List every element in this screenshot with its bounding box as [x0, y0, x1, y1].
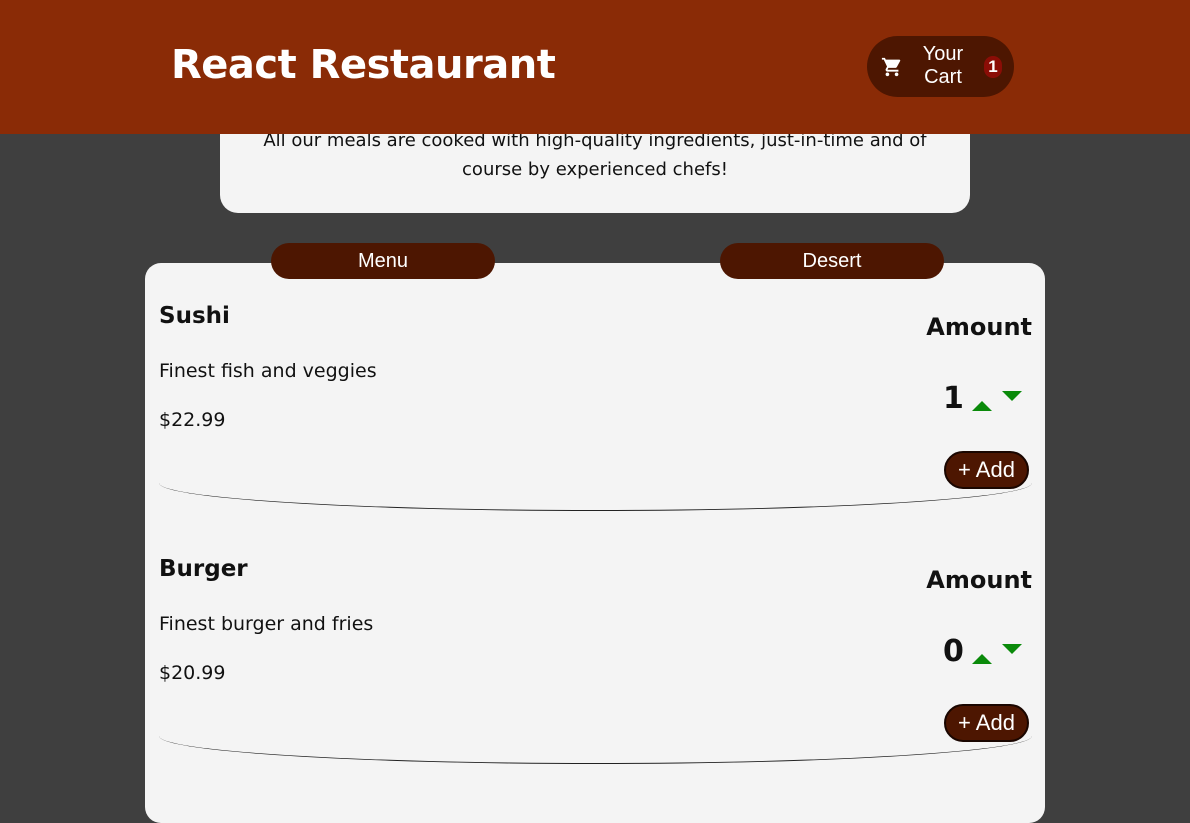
- app-header: React Restaurant Your Cart 1: [0, 0, 1190, 134]
- meal-name: Sushi: [159, 303, 230, 329]
- meal-divider: [159, 483, 1032, 511]
- tab-menu[interactable]: Menu: [271, 243, 495, 279]
- meal-item-sushi: Sushi Finest fish and veggies $22.99 Amo…: [159, 263, 1032, 511]
- meal-description: Finest fish and veggies: [159, 360, 377, 382]
- meal-description: Finest burger and fries: [159, 613, 374, 635]
- meal-item-burger: Burger Finest burger and fries $20.99 Am…: [159, 516, 1032, 764]
- arrow-up-icon[interactable]: [972, 652, 992, 664]
- tab-desert[interactable]: Desert: [720, 243, 944, 279]
- amount-label: Amount: [926, 566, 1032, 594]
- cart-label: Your Cart: [922, 43, 964, 88]
- amount-label: Amount: [926, 313, 1032, 341]
- meals-list: Sushi Finest fish and veggies $22.99 Amo…: [145, 263, 1045, 823]
- meal-price: $20.99: [159, 662, 226, 684]
- arrow-up-icon[interactable]: [972, 399, 992, 411]
- arrow-down-icon[interactable]: [1002, 390, 1022, 402]
- meal-price: $22.99: [159, 409, 226, 431]
- arrow-down-icon[interactable]: [1002, 643, 1022, 655]
- meal-divider: [159, 736, 1032, 764]
- meal-name: Burger: [159, 556, 248, 582]
- app-title: React Restaurant: [171, 42, 556, 88]
- amount-value: 1: [943, 381, 964, 416]
- summary-text: All our meals are cooked with high-quali…: [263, 130, 927, 180]
- cart-count-badge: 1: [984, 56, 1002, 78]
- amount-value: 0: [943, 634, 964, 669]
- cart-icon: [881, 57, 901, 77]
